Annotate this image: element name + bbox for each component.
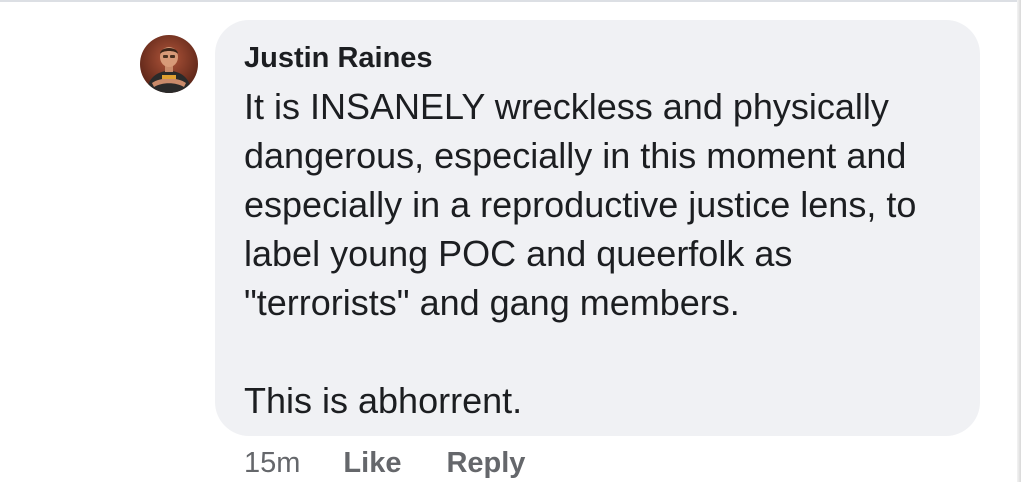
user-avatar-icon <box>140 35 198 93</box>
comment-paragraph: It is INSANELY wreckless and physically … <box>244 86 917 323</box>
reply-button[interactable]: Reply <box>446 445 525 481</box>
comment-body: It is INSANELY wreckless and physically … <box>244 82 952 425</box>
comment-author[interactable]: Justin Raines <box>244 40 952 76</box>
comment-timestamp[interactable]: 15m <box>244 445 300 481</box>
comment-bubble: Justin Raines It is INSANELY wreckless a… <box>215 20 980 436</box>
top-divider <box>0 0 1021 2</box>
right-edge-shadow <box>1017 0 1021 482</box>
like-button[interactable]: Like <box>343 445 401 481</box>
avatar[interactable] <box>140 35 198 93</box>
comment-paragraph: This is abhorrent. <box>244 380 523 421</box>
comment-actions: 15m Like Reply <box>244 445 525 481</box>
